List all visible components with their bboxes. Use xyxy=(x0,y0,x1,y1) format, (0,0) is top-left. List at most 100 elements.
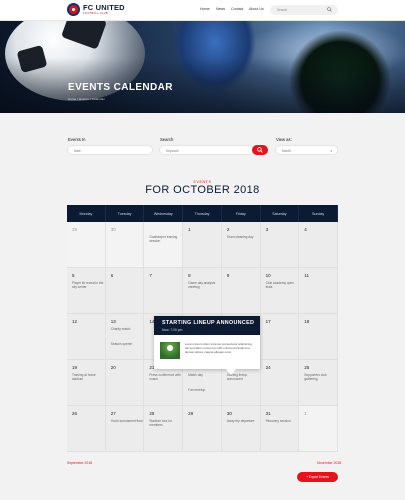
view-as-select[interactable]: Month ▾ xyxy=(275,145,338,155)
brand-name[interactable]: FC UNITED xyxy=(83,3,125,12)
calendar-day-cell[interactable]: 12 xyxy=(67,314,106,359)
calendar-day-cell[interactable]: 29 xyxy=(183,406,222,451)
calendar-week-row: 26 27 Youth tournament final 28 Stadium tour… xyxy=(67,406,338,452)
calendar-day-cell[interactable]: 20 xyxy=(105,360,145,405)
event-link[interactable]: Season opener xyxy=(111,342,145,346)
calendar-day-cell[interactable]: 7 xyxy=(144,268,184,313)
tooltip-description: Lorem ipsum dolor sit amet consectetur a… xyxy=(185,342,252,354)
event-link[interactable]: Stadium tour for members xyxy=(149,419,183,428)
tooltip-arrow xyxy=(226,369,236,375)
calendar-day-cell[interactable]: 24 xyxy=(260,360,300,405)
event-link[interactable]: Recovery session xyxy=(266,419,300,423)
event-link[interactable]: Supporters club gathering xyxy=(304,373,338,382)
header-search-input[interactable]: Search xyxy=(270,5,338,15)
event-link[interactable]: Youth tournament final xyxy=(111,419,145,423)
weekday-saturday: Saturday xyxy=(261,205,300,222)
calendar-day-cell[interactable]: 4 xyxy=(299,222,338,267)
calendar-week-row: 5 Player kit reveal in the city center 6 7 8… xyxy=(67,268,338,314)
event-link[interactable]: Goalkeeper training session xyxy=(149,235,183,244)
nav-contact[interactable]: Contact xyxy=(231,7,243,11)
event-link[interactable]: Team cleaning day xyxy=(227,235,261,239)
calendar-day-cell[interactable]: 19 Training at home stadium xyxy=(67,360,106,405)
calendar-day-cell[interactable]: 1 xyxy=(183,222,222,267)
calendar-day-cell[interactable]: 9 xyxy=(221,268,261,313)
search-label: Search xyxy=(160,137,174,142)
nav-news[interactable]: News xyxy=(216,7,225,11)
previous-month-link[interactable]: September 2018 xyxy=(67,461,92,465)
event-link[interactable]: Training at home stadium xyxy=(72,373,106,382)
event-link[interactable]: Press conference with coach xyxy=(149,373,183,382)
calendar-day-cell[interactable]: 29 xyxy=(67,222,106,267)
day-number: 3 xyxy=(265,227,269,232)
calendar-day-cell[interactable]: 5 Player kit reveal in the city center xyxy=(67,268,106,313)
calendar-day-cell[interactable]: 3 xyxy=(260,222,300,267)
calendar-day-cell[interactable]: 27 Youth tournament final xyxy=(105,406,145,451)
event-link[interactable]: Match day xyxy=(188,373,222,377)
day-number: 30 xyxy=(226,411,232,416)
search-icon[interactable] xyxy=(327,7,332,12)
chevron-down-icon: ▾ xyxy=(330,149,332,153)
event-link[interactable]: Club academy open trials xyxy=(266,281,300,290)
search-icon xyxy=(257,147,263,153)
tooltip-time: Now: 7:00 pm xyxy=(162,328,183,332)
tooltip-header: STARTING LINEUP ANNOUNCED Now: 7:00 pm xyxy=(154,316,260,335)
day-number: 10 xyxy=(265,273,271,278)
export-events-label: + Export Events xyxy=(306,475,329,479)
calendar-day-cell[interactable]: 11 xyxy=(299,268,338,313)
calendar-day-cell[interactable]: 18 xyxy=(299,314,338,359)
nav-home[interactable]: Home xyxy=(200,7,210,11)
calendar-day-cell[interactable]: 10 Club academy open trials xyxy=(260,268,300,313)
day-number: 13 xyxy=(110,319,116,324)
calendar-day-cell[interactable]: Goalkeeper training session xyxy=(144,222,184,267)
nav-about-us[interactable]: About Us xyxy=(249,7,264,11)
view-as-value: Month xyxy=(282,148,291,153)
calendar-day-cell[interactable]: 30 xyxy=(105,222,145,267)
calendar-day-cell[interactable]: 1 xyxy=(299,406,338,451)
events-in-date-input[interactable]: Date xyxy=(67,145,153,155)
day-number: 11 xyxy=(304,273,309,278)
event-link[interactable]: Away trip departure xyxy=(227,419,261,423)
weekday-monday: Monday xyxy=(67,205,106,222)
breadcrumb[interactable]: Home / Events / Calendar xyxy=(68,97,105,101)
keyword-search-input[interactable]: Keyword xyxy=(159,145,254,155)
club-logo-icon[interactable] xyxy=(67,3,80,16)
day-number: 7 xyxy=(149,273,152,278)
export-events-button[interactable]: + Export Events xyxy=(297,472,338,482)
month-title: FOR OCTOBER 2018 xyxy=(145,184,260,196)
find-events-button[interactable] xyxy=(252,145,268,155)
day-number: 31 xyxy=(265,411,271,416)
day-number: 29 xyxy=(72,227,78,232)
weekday-thursday: Thursday xyxy=(183,205,222,222)
calendar-day-cell[interactable]: 13 Charity match Season opener xyxy=(105,314,145,359)
tooltip-title[interactable]: STARTING LINEUP ANNOUNCED xyxy=(162,320,254,326)
tooltip-thumbnail xyxy=(160,342,180,359)
day-number: 18 xyxy=(304,319,310,324)
top-navigation-bar: FC UNITED FOOTBALL CLUB Home News Contac… xyxy=(0,0,405,21)
calendar-day-cell[interactable]: 28 Stadium tour for members xyxy=(144,406,184,451)
weekday-friday: Friday xyxy=(222,205,261,222)
event-link[interactable]: Game day analysis meeting xyxy=(188,281,222,290)
calendar-day-cell[interactable]: 8 Game day analysis meeting xyxy=(183,268,222,313)
search-placeholder: Search xyxy=(277,8,288,12)
calendar-day-cell[interactable]: 31 Recovery session xyxy=(260,406,300,451)
calendar-day-cell[interactable]: 2 Team cleaning day xyxy=(221,222,261,267)
calendar-weekday-header: Monday Tuesday Wednesday Thursday Friday… xyxy=(67,205,338,222)
event-link[interactable]: Fan meetup xyxy=(188,388,222,392)
day-number: 9 xyxy=(226,273,230,278)
calendar-day-cell[interactable]: 25 Supporters club gathering xyxy=(299,360,338,405)
event-link[interactable]: Player kit reveal in the city center xyxy=(72,281,106,290)
next-month-link[interactable]: November 2018 xyxy=(317,461,341,465)
day-number: 28 xyxy=(149,411,155,416)
calendar-day-cell[interactable]: 30 Away trip departure xyxy=(221,406,261,451)
day-number: 29 xyxy=(188,411,194,416)
calendar-week-row: 29 30 Goalkeeper training session 1 2 Team cl… xyxy=(67,222,338,268)
weekday-wednesday: Wednesday xyxy=(144,205,184,222)
calendar-day-cell[interactable]: 17 xyxy=(260,314,300,359)
day-number: 20 xyxy=(110,365,116,370)
weekday-tuesday: Tuesday xyxy=(106,205,145,222)
calendar-day-cell[interactable]: 6 xyxy=(105,268,145,313)
day-number: 2 xyxy=(226,227,230,232)
event-link[interactable]: Charity match xyxy=(111,327,145,331)
day-number: 1 xyxy=(304,411,307,416)
calendar-day-cell[interactable]: 26 xyxy=(67,406,106,451)
